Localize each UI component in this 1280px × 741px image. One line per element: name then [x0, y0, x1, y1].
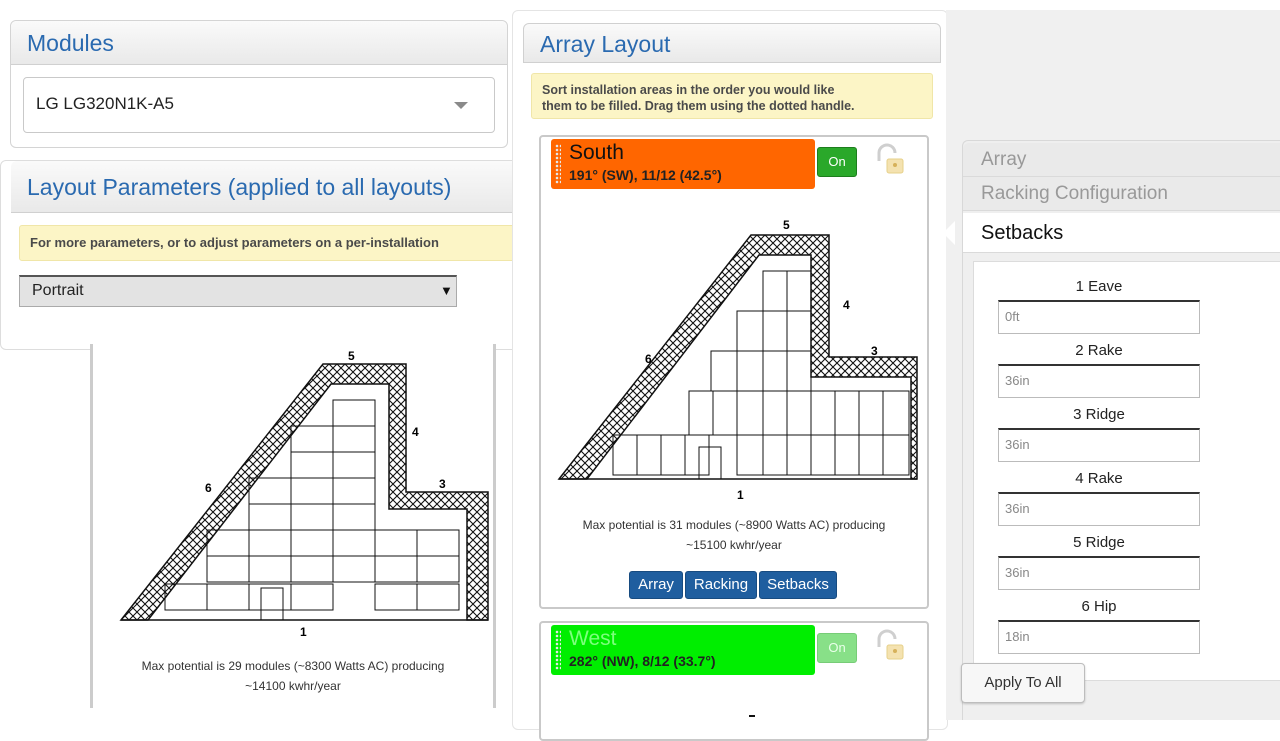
edge-label: 5 — [783, 218, 790, 232]
edge-label: 6 — [205, 481, 212, 495]
drag-handle-icon[interactable] — [555, 144, 561, 184]
left-preview-caption: Max potential is 29 modules (~8300 Watts… — [93, 656, 493, 696]
active-tab-pointer-icon — [943, 221, 955, 245]
array-layout-panel: Array Layout Sort installation areas in … — [512, 10, 948, 741]
south-caption: Max potential is 31 modules (~8900 Watts… — [541, 515, 927, 555]
edge-label: 6 — [645, 352, 652, 366]
edge-label: 4 — [412, 425, 419, 439]
unlocked-padlock-icon[interactable] — [873, 629, 905, 665]
array-button[interactable]: Array — [629, 571, 683, 599]
edge-label: 1 — [737, 488, 744, 502]
tab-racking-configuration[interactable]: Racking Configuration — [963, 177, 1280, 211]
edge-label: 5 — [348, 349, 355, 363]
orientation-select-value: Portrait — [32, 282, 84, 299]
edge-label: 1 — [300, 625, 307, 639]
left-caption-line1: Max potential is 29 modules (~8300 Watts… — [141, 659, 445, 673]
south-roof-diagram: 1 3 4 5 6 — [557, 218, 918, 502]
west-card-name: West — [569, 627, 617, 650]
setback-label-hip: 6 Hip — [1081, 598, 1117, 615]
array-layout-title: Array Layout — [523, 23, 941, 63]
setback-input-ridge-2[interactable]: 36in — [998, 556, 1200, 590]
chevron-down-icon: ▼ — [440, 283, 453, 298]
left-preview-card: 1 3 4 5 6 Max potential is 29 modules (~… — [90, 344, 496, 708]
edge-label: 3 — [439, 477, 446, 491]
orientation-select[interactable]: Portrait ▼ — [19, 275, 457, 307]
tab-array[interactable]: Array — [963, 143, 1280, 177]
chevron-down-icon — [454, 102, 468, 109]
array-layout-notice-line1: Sort installation areas in the order you… — [542, 83, 835, 97]
edge-label: 3 — [871, 344, 878, 358]
south-card-header[interactable]: South 191° (SW), 11/12 (42.5°) — [551, 139, 815, 189]
setback-input-ridge[interactable]: 36in — [998, 428, 1200, 462]
modules-title: Modules — [11, 21, 507, 65]
module-select[interactable]: LG LG320N1K-A5 — [23, 77, 495, 133]
left-caption-line2: ~14100 kwhr/year — [245, 679, 341, 693]
west-diagram-peek — [749, 715, 755, 723]
setback-input-rake-2[interactable]: 36in — [998, 492, 1200, 526]
racking-button[interactable]: Racking — [685, 571, 757, 599]
setback-label-rake: 2 Rake — [1075, 342, 1123, 359]
layout-parameters-title: Layout Parameters (applied to all layout… — [11, 161, 529, 213]
array-layout-notice: Sort installation areas in the order you… — [531, 73, 933, 119]
west-card-header[interactable]: West 282° (NW), 8/12 (33.7°) — [551, 625, 815, 675]
layout-parameters-notice: For more parameters, or to adjust parame… — [19, 225, 531, 261]
setbacks-button[interactable]: Setbacks — [759, 571, 837, 599]
south-caption-line2: ~15100 kwhr/year — [686, 538, 782, 552]
setbacks-side-panel: Array Racking Configuration Setbacks 1 E… — [943, 140, 1280, 720]
layout-parameters-panel: Layout Parameters (applied to all layout… — [0, 160, 531, 350]
south-toggle-button[interactable]: On — [817, 147, 857, 177]
west-card-details: 282° (NW), 8/12 (33.7°) — [569, 653, 716, 669]
drag-handle-icon[interactable] — [555, 630, 561, 670]
setback-label-ridge: 3 Ridge — [1073, 406, 1125, 423]
west-toggle-button[interactable]: On — [817, 633, 857, 663]
south-card-details: 191° (SW), 11/12 (42.5°) — [569, 167, 722, 183]
south-caption-line1: Max potential is 31 modules (~8900 Watts… — [582, 518, 886, 532]
modules-panel: Modules LG LG320N1K-A5 — [10, 20, 508, 148]
apply-to-all-button[interactable]: Apply To All — [961, 663, 1085, 703]
installation-card-south[interactable]: South 191° (SW), 11/12 (42.5°) On 1 3 4 … — [539, 135, 929, 609]
tab-setbacks[interactable]: Setbacks — [963, 213, 1280, 253]
edge-label: 4 — [843, 298, 850, 312]
south-card-name: South — [569, 141, 624, 164]
layout-parameters-notice-text: For more parameters, or to adjust parame… — [30, 235, 439, 250]
setback-input-hip[interactable]: 18in — [998, 620, 1200, 654]
left-roof-diagram: 1 3 4 5 6 — [119, 349, 489, 639]
installation-card-west[interactable]: West 282° (NW), 8/12 (33.7°) On — [539, 621, 929, 741]
array-layout-notice-line2: them to be filled. Drag them using the d… — [542, 99, 855, 113]
setback-input-eave[interactable]: 0ft — [998, 300, 1200, 334]
setback-label-rake-2: 4 Rake — [1075, 470, 1123, 487]
setbacks-form: 1 Eave 0ft 2 Rake 36in 3 Ridge 36in 4 Ra… — [973, 261, 1280, 681]
module-select-value: LG LG320N1K-A5 — [36, 94, 174, 113]
setback-input-rake[interactable]: 36in — [998, 364, 1200, 398]
setback-label-eave: 1 Eave — [1075, 278, 1123, 295]
setback-label-ridge-2: 5 Ridge — [1073, 534, 1125, 551]
unlocked-padlock-icon[interactable] — [873, 143, 905, 179]
